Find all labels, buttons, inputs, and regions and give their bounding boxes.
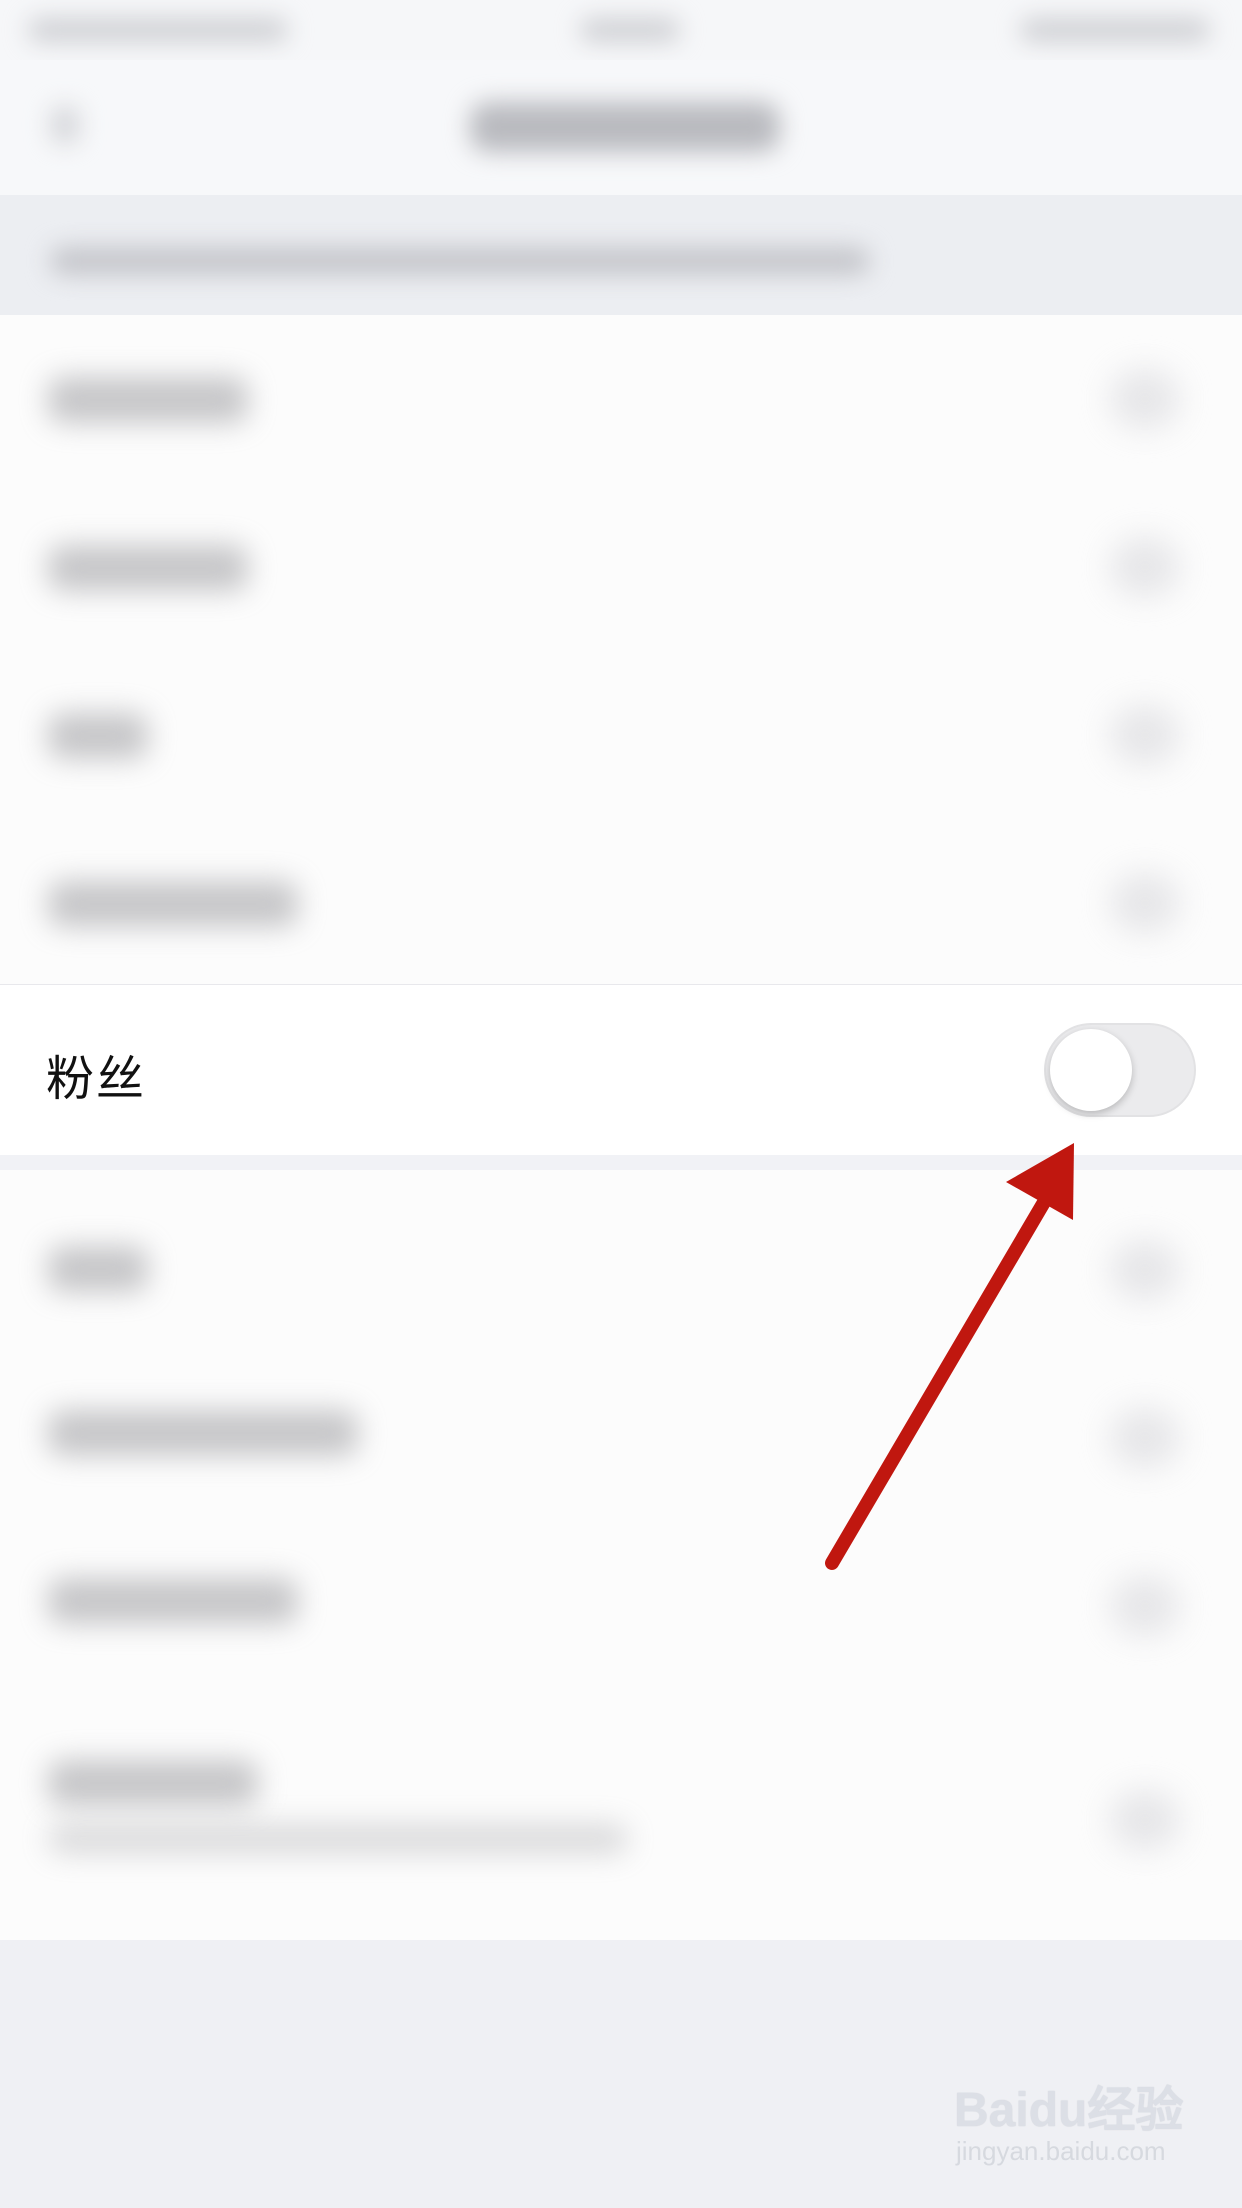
- watermark-url: jingyan.baidu.com: [956, 2136, 1166, 2166]
- watermark: Baidu经验 jingyan.baidu.com: [950, 2070, 1220, 2190]
- arrow-shaft: [825, 1168, 1067, 1570]
- watermark-logo: Baidu经验: [954, 2084, 1184, 2137]
- annotation-arrow: [825, 1143, 1074, 1570]
